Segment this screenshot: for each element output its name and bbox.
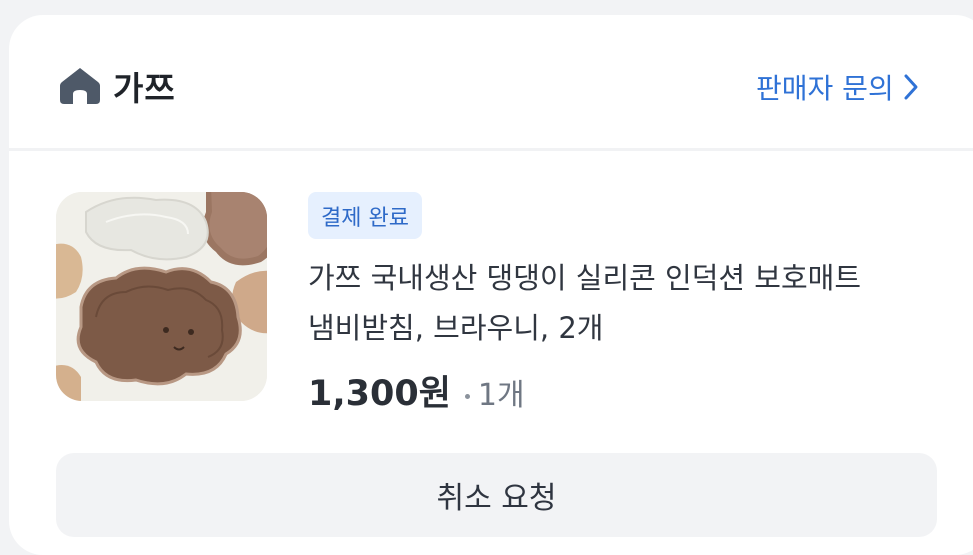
- home-icon: [60, 68, 100, 104]
- order-card: 가쯔 판매자 문의 결제 완료 가쯔 국내생산 댕댕이 실리콘 인덕션 보호매트…: [9, 15, 973, 555]
- store-header: 가쯔 판매자 문의: [9, 15, 973, 148]
- status-badge: 결제 완료: [308, 192, 422, 239]
- product-quantity: 1개: [464, 370, 525, 414]
- contact-seller-label: 판매자 문의: [756, 72, 894, 105]
- product-title-line2: 냄비받침, 브라우니, 2개: [308, 311, 604, 345]
- price-row: 1,300원 1개: [308, 365, 525, 416]
- product-title-line1: 가쯔 국내생산 댕댕이 실리콘 인덕션 보호매트: [308, 261, 862, 295]
- product-price: 1,300원: [308, 374, 451, 414]
- product-thumbnail[interactable]: [56, 192, 267, 401]
- contact-seller-link[interactable]: 판매자 문의: [756, 67, 920, 107]
- product-title[interactable]: 가쯔 국내생산 댕댕이 실리콘 인덕션 보호매트 냄비받침, 브라우니, 2개: [308, 253, 928, 353]
- separator-dot: [464, 394, 470, 399]
- product-image: [56, 192, 267, 401]
- cancel-request-button[interactable]: 취소 요청: [56, 453, 937, 537]
- store-name[interactable]: 가쯔: [113, 62, 176, 110]
- header-divider: [9, 148, 973, 151]
- product-quantity-value: 1개: [477, 378, 525, 413]
- chevron-right-icon: [904, 74, 918, 100]
